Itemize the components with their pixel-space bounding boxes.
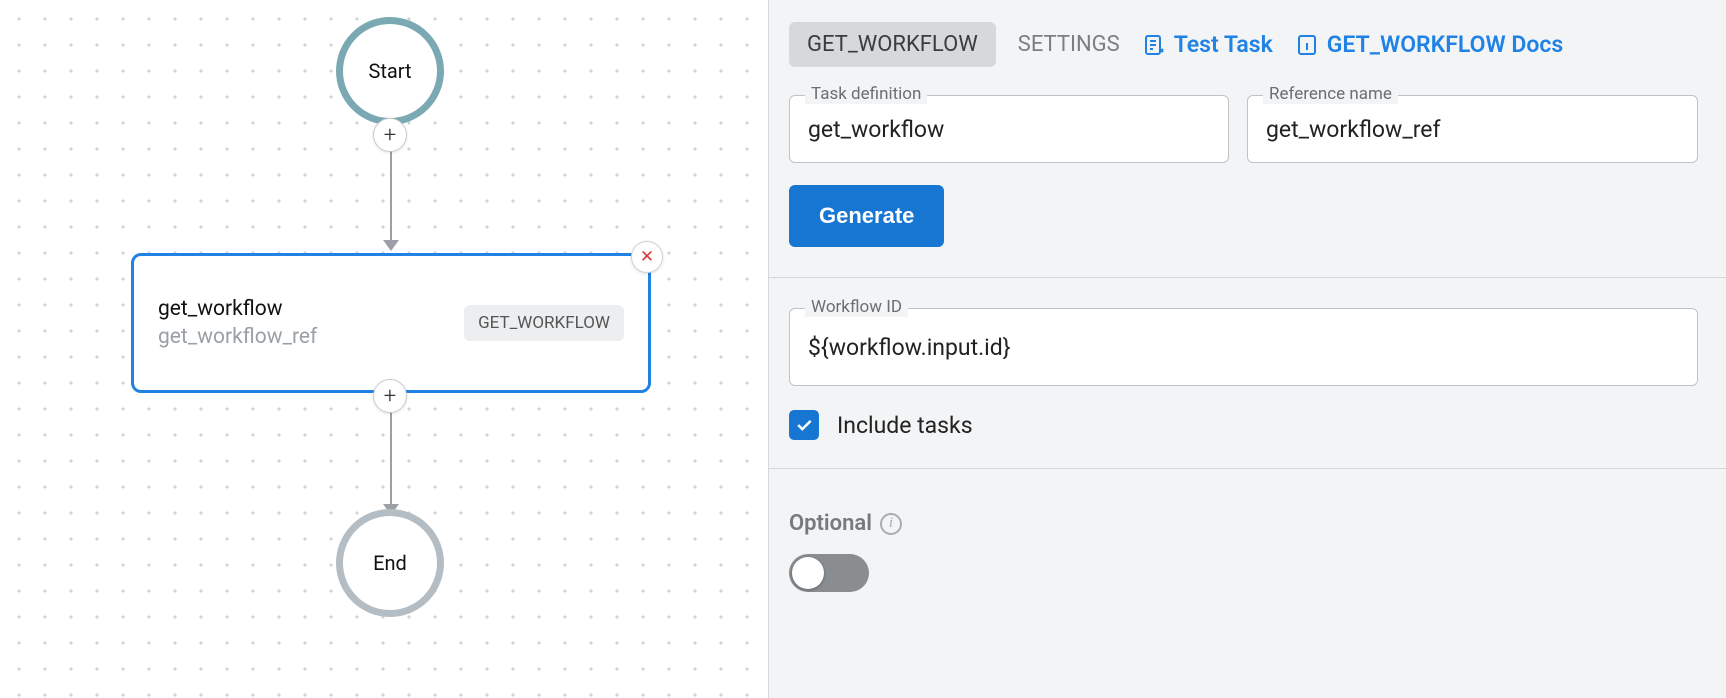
task-node-ref: get_workflow_ref bbox=[158, 325, 317, 349]
task-type-badge: GET_WORKFLOW bbox=[464, 305, 624, 341]
arrow-down-icon bbox=[383, 240, 399, 251]
task-definition-field: Task definition bbox=[789, 95, 1229, 163]
reference-name-label: Reference name bbox=[1263, 84, 1398, 104]
docs-label: GET_WORKFLOW Docs bbox=[1327, 31, 1563, 58]
end-node[interactable]: End bbox=[336, 509, 444, 617]
info-icon[interactable]: i bbox=[880, 513, 902, 535]
add-node-button-top[interactable]: + bbox=[373, 118, 407, 152]
workflow-id-label: Workflow ID bbox=[805, 297, 908, 317]
workflow-id-input[interactable] bbox=[789, 308, 1698, 386]
include-tasks-checkbox[interactable] bbox=[789, 410, 819, 440]
tab-settings[interactable]: SETTINGS bbox=[1018, 32, 1120, 57]
test-task-link[interactable]: Test Task bbox=[1142, 31, 1273, 58]
start-node-label: Start bbox=[368, 59, 411, 83]
include-tasks-label: Include tasks bbox=[837, 412, 973, 439]
task-node[interactable]: get_workflow get_workflow_ref GET_WORKFL… bbox=[131, 253, 651, 393]
reference-name-field: Reference name bbox=[1247, 95, 1698, 163]
generate-button[interactable]: Generate bbox=[789, 185, 944, 247]
close-icon: ✕ bbox=[640, 247, 654, 267]
check-icon bbox=[794, 415, 814, 435]
toggle-knob bbox=[792, 557, 824, 589]
task-definition-label: Task definition bbox=[805, 84, 927, 104]
end-node-label: End bbox=[373, 551, 407, 575]
test-task-icon bbox=[1142, 33, 1166, 57]
add-node-button-bottom[interactable]: + bbox=[373, 379, 407, 413]
task-config-panel: GET_WORKFLOW SETTINGS Test Task GET_WORK… bbox=[768, 0, 1726, 698]
start-node[interactable]: Start bbox=[336, 17, 444, 125]
reference-name-input[interactable] bbox=[1247, 95, 1698, 163]
test-task-label: Test Task bbox=[1174, 31, 1273, 58]
optional-label: Optional bbox=[789, 511, 872, 536]
workflow-id-field: Workflow ID bbox=[789, 308, 1698, 386]
tab-get-workflow[interactable]: GET_WORKFLOW bbox=[789, 22, 996, 67]
workflow-canvas[interactable]: Start + get_workflow get_workflow_ref GE… bbox=[0, 0, 768, 698]
docs-link[interactable]: GET_WORKFLOW Docs bbox=[1295, 31, 1563, 58]
task-definition-input[interactable] bbox=[789, 95, 1229, 163]
task-node-title: get_workflow bbox=[158, 297, 317, 321]
optional-toggle[interactable] bbox=[789, 554, 869, 592]
panel-tabs: GET_WORKFLOW SETTINGS Test Task GET_WORK… bbox=[789, 22, 1698, 67]
delete-node-button[interactable]: ✕ bbox=[631, 241, 663, 273]
docs-icon bbox=[1295, 33, 1319, 57]
